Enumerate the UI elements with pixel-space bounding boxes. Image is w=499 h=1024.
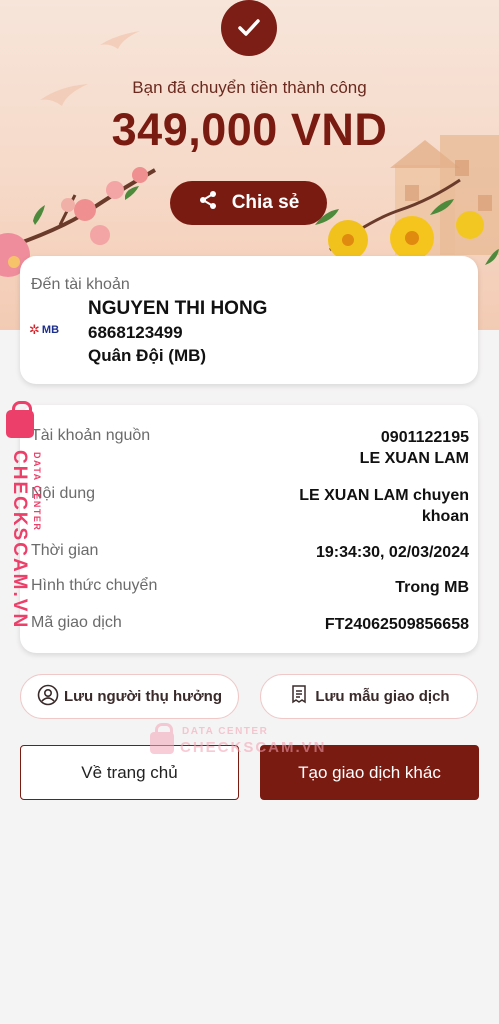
recipient-account-number: 6868123499 xyxy=(88,323,183,342)
save-recipient-label: Lưu người thụ hưởng xyxy=(63,688,223,705)
source-account-value: 0901122195 LE XUAN LAM xyxy=(359,429,469,467)
watermark-center-caption: DATA CENTER xyxy=(182,726,269,737)
save-recipient-button[interactable]: Lưu người thụ hưởng xyxy=(20,674,239,719)
lock-icon xyxy=(150,723,174,754)
user-circle-icon xyxy=(37,684,59,710)
content-value: LE XUAN LAM chuyen khoan xyxy=(299,487,469,525)
save-template-button[interactable]: Lưu mẫu giao dịch xyxy=(260,674,478,719)
transaction-code-value: FT24062509856658 xyxy=(324,616,469,633)
watermark-brand: CHECKSCAM.VN xyxy=(9,450,30,630)
share-label: Chia sẻ xyxy=(231,192,300,213)
transaction-details-card: Tài khoản nguồn 0901122195 LE XUAN LAM N… xyxy=(20,405,478,653)
watermark-caption: DATA CENTER xyxy=(32,452,42,532)
transfer-type-value: Trong MB xyxy=(395,579,469,596)
watermark-center: DATA CENTER CHECKSCAM.VN xyxy=(148,720,325,760)
transfer-amount: 349,000 VND xyxy=(111,104,388,155)
time-value: 19:34:30, 02/03/2024 xyxy=(315,544,469,561)
receipt-icon xyxy=(288,684,310,710)
success-message: Bạn đã chuyển tiền thành công xyxy=(132,78,367,97)
bank-logo: ✲ MB xyxy=(29,322,60,337)
watermark-side: CHECKSCAM.VN DATA CENTER xyxy=(2,401,52,630)
recipient-bank-name: Quân Đội (MB) xyxy=(88,346,207,365)
recipient-card: Đến tài khoản ✲ MB NGUYEN THI HONG 68681… xyxy=(20,256,478,384)
lock-icon xyxy=(6,401,34,438)
recipient-name: NGUYEN THI HONG xyxy=(88,298,268,319)
check-icon xyxy=(221,0,277,56)
recipient-label: Đến tài khoản xyxy=(31,276,130,293)
star-icon: ✲ xyxy=(29,322,40,337)
share-button[interactable]: Chia sẻ xyxy=(170,181,327,225)
share-icon xyxy=(198,190,218,216)
watermark-center-brand: CHECKSCAM.VN xyxy=(180,739,327,756)
save-template-label: Lưu mẫu giao dịch xyxy=(315,688,450,705)
